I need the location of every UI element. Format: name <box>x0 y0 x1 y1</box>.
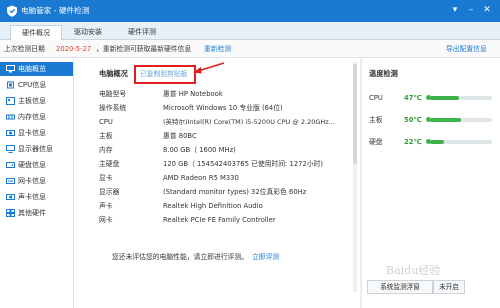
spec-value: 120 GB（ 154542403765 已使用时间: 1272小时) <box>163 160 324 168</box>
shield-logo-icon <box>7 5 17 17</box>
sidebar-item-label: 主板信息 <box>18 97 46 105</box>
spec-value: 8.00 GB（ 1600 MHz) <box>163 146 236 154</box>
sidebar-item-gpu[interactable]: 显卡信息 <box>0 126 73 140</box>
temp-value: 22℃ <box>404 138 422 146</box>
temp-gauge <box>430 139 492 144</box>
sound-card-icon <box>6 194 15 200</box>
recheck-link[interactable]: 重新检测 <box>204 44 231 54</box>
spec-label: CPU <box>99 118 113 126</box>
other-hardware-icon <box>6 209 15 217</box>
skin-icon[interactable]: ▾ <box>449 3 461 17</box>
benchmark-now-link[interactable]: 立即评测 <box>252 252 279 262</box>
highlight-box <box>134 65 196 84</box>
sidebar: 电脑概览 CPU信息 主板信息 内存信息 显卡信息 显示器信息 硬盘信息 网卡信… <box>0 58 74 308</box>
temp-gauge-fill <box>430 95 460 100</box>
sidebar-item-cpu[interactable]: CPU信息 <box>0 78 73 92</box>
sidebar-item-label: 其他硬件 <box>18 209 46 217</box>
temp-gauge <box>430 117 492 122</box>
last-check-label: 上次检测日期 <box>4 45 45 53</box>
sidebar-item-monitor[interactable]: 显示器信息 <box>0 142 73 156</box>
sidebar-item-sound-card[interactable]: 声卡信息 <box>0 190 73 204</box>
spec-value: (Standard monitor types) 32位真彩色 60Hz <box>163 188 307 196</box>
temp-label: 主板 <box>369 116 383 124</box>
temp-gauge-fill <box>430 117 461 122</box>
spec-value: Realtek PCIe FE Family Controller <box>163 216 276 224</box>
system-monitor-float-button[interactable]: 系统监测浮窗 <box>367 280 433 294</box>
export-config-link[interactable]: 导出配置信息 <box>446 44 487 54</box>
red-arrow-icon <box>193 62 225 74</box>
sidebar-item-label: 声卡信息 <box>18 193 46 201</box>
app-window: 电脑管家 - 硬件检测 ▾ – ✕ 硬件概况 驱动安装 硬件评测 上次检测日期 … <box>0 0 500 308</box>
sidebar-item-overview[interactable]: 电脑概览 <box>0 62 73 76</box>
spec-value: AMD Radeon R5 M330 <box>163 174 239 182</box>
spec-label: 电脑型号 <box>99 90 127 98</box>
watermark-logo: Baidu经验 <box>386 264 441 277</box>
sidebar-item-memory[interactable]: 内存信息 <box>0 110 73 124</box>
info-bar: 上次检测日期 2020-5-27 ，重新检测可获取最新硬件信息 重新检测 导出配… <box>0 40 500 58</box>
recheck-hint: ，重新检测可获取最新硬件信息 <box>96 45 192 53</box>
sidebar-item-disk[interactable]: 硬盘信息 <box>0 158 73 172</box>
sidebar-item-other-hardware[interactable]: 其他硬件 <box>0 206 73 220</box>
spec-label: 声卡 <box>99 202 113 210</box>
sidebar-item-label: 内存信息 <box>18 113 46 121</box>
motherboard-icon <box>6 97 15 105</box>
sidebar-item-network-card[interactable]: 网卡信息 <box>0 174 73 188</box>
sidebar-item-motherboard[interactable]: 主板信息 <box>0 94 73 108</box>
sidebar-item-label: 显卡信息 <box>18 129 46 137</box>
tab-bar: 硬件概况 驱动安装 硬件评测 <box>0 22 500 40</box>
scrollbar[interactable] <box>353 62 357 292</box>
spec-label: 主板 <box>99 132 113 140</box>
tab-hardware-overview[interactable]: 硬件概况 <box>10 25 62 40</box>
spec-value: Realtek High Definition Audio <box>163 202 263 210</box>
computer-icon <box>6 65 15 73</box>
overview-heading: 电脑概况 <box>99 69 128 78</box>
overview-panel: 电脑概况 已复制到剪贴板 电脑型号 惠普 HP Notebook 操作系统 Mi… <box>74 58 360 308</box>
temperature-heading: 温度检测 <box>369 69 398 78</box>
spec-value: 惠普 HP Notebook <box>163 90 223 98</box>
spec-label: 主硬盘 <box>99 160 120 168</box>
spec-value: 惠普 80BC <box>163 132 197 140</box>
spec-value: (英特尔)Intel(R) Core(TM) i5-5200U CPU @ 2.… <box>163 118 335 126</box>
spec-label: 网卡 <box>99 216 113 224</box>
monitor-icon <box>6 145 15 153</box>
temp-value: 47℃ <box>404 94 422 102</box>
spec-label: 显示器 <box>99 188 120 196</box>
tab-driver-install[interactable]: 驱动安装 <box>62 25 114 39</box>
memory-icon <box>6 114 15 120</box>
gpu-icon <box>6 130 15 136</box>
temp-gauge <box>430 95 492 100</box>
sidebar-item-label: 网卡信息 <box>18 177 46 185</box>
sidebar-item-label: CPU信息 <box>18 81 47 89</box>
close-button[interactable]: ✕ <box>481 3 493 17</box>
tab-hardware-benchmark[interactable]: 硬件评测 <box>116 25 168 39</box>
temp-label: CPU <box>369 94 383 102</box>
title-bar: 电脑管家 - 硬件检测 ▾ – ✕ <box>0 0 500 22</box>
spec-value: Microsoft Windows 10 专业版 (64位) <box>163 104 283 112</box>
temp-label: 硬盘 <box>369 138 383 146</box>
spec-label: 内存 <box>99 146 113 154</box>
spec-label: 操作系统 <box>99 104 127 112</box>
last-check-date: 2020-5-27 <box>56 45 92 53</box>
cpu-icon <box>7 81 14 89</box>
temp-gauge-fill <box>430 139 444 144</box>
network-card-icon <box>6 178 15 184</box>
spec-label: 显卡 <box>99 174 113 182</box>
benchmark-hint: 您还未评估您的电脑性能，请立即进行评测。 <box>112 253 248 261</box>
sidebar-item-label: 显示器信息 <box>18 145 53 153</box>
temp-value: 50℃ <box>404 116 422 124</box>
float-toggle-button[interactable]: 未开启 <box>433 280 465 294</box>
scrollbar-thumb[interactable] <box>353 64 357 164</box>
disk-icon <box>6 162 15 168</box>
window-title: 电脑管家 - 硬件检测 <box>21 6 90 15</box>
sidebar-item-label: 硬盘信息 <box>18 161 46 169</box>
minimize-button[interactable]: – <box>465 3 477 17</box>
sidebar-item-label: 电脑概览 <box>18 65 46 73</box>
